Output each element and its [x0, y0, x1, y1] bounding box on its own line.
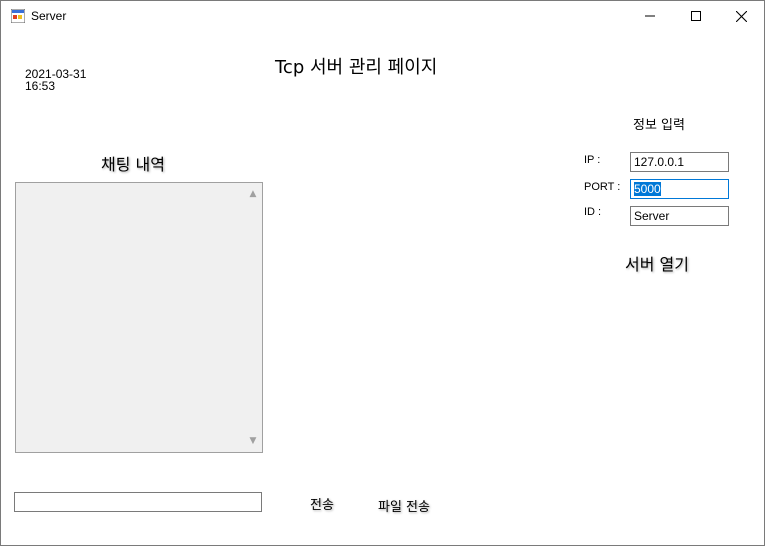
port-input-value: 5000 — [634, 182, 661, 196]
close-icon — [735, 10, 747, 22]
close-button[interactable] — [718, 1, 764, 31]
open-server-button[interactable]: 서버 열기 — [625, 251, 689, 275]
title-bar[interactable]: Server — [1, 1, 764, 31]
maximize-icon — [691, 11, 701, 21]
ip-input[interactable]: 127.0.0.1 — [630, 152, 729, 172]
scroll-up-icon[interactable]: ▲ — [245, 186, 261, 202]
send-button[interactable]: 전송 — [310, 494, 334, 513]
chat-history-list[interactable]: ▲ ▼ — [15, 182, 263, 453]
port-input[interactable]: 5000 — [630, 179, 729, 199]
chat-history-title: 채팅 내역 — [101, 155, 165, 174]
page-title: Tcp 서버 관리 페이지 — [275, 57, 438, 78]
info-input-title: 정보 입력 — [633, 118, 685, 133]
maximize-button[interactable] — [673, 1, 719, 31]
time-label: 16:53 — [25, 79, 56, 93]
form-app-icon — [11, 9, 25, 23]
id-input[interactable]: Server — [630, 206, 729, 226]
ip-label: IP : — [584, 154, 601, 166]
id-label: ID : — [584, 206, 602, 218]
port-label: PORT : — [584, 181, 621, 193]
file-send-button[interactable]: 파일 전송 — [378, 496, 430, 515]
chat-scrollbar[interactable]: ▲ ▼ — [245, 184, 261, 451]
datetime-display: 2021-03-31 16:53 — [25, 68, 86, 92]
chat-message-input[interactable] — [14, 492, 262, 512]
minimize-icon — [645, 15, 655, 17]
minimize-button[interactable] — [627, 1, 673, 31]
scroll-down-icon[interactable]: ▼ — [245, 433, 261, 449]
window-title: Server — [31, 9, 67, 23]
server-window: Server Tcp 서버 관리 페이지 2021-03-31 16:53 채팅… — [0, 0, 765, 546]
